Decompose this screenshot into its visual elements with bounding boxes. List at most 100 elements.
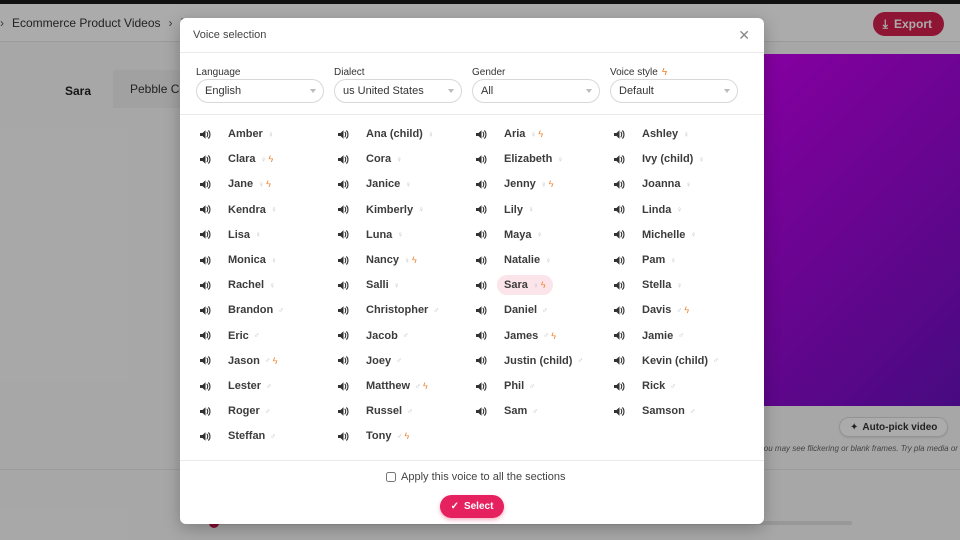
voice-item[interactable]: Elizabeth ♀ xyxy=(474,149,570,169)
voice-name-pill[interactable]: Monica ♀ xyxy=(221,250,284,270)
voice-name-pill[interactable]: Natalie ♀ xyxy=(497,250,558,270)
voice-item[interactable]: Kendra ♀ xyxy=(198,200,284,220)
voice-name-pill[interactable]: Kendra ♀ xyxy=(221,200,284,220)
speaker-icon[interactable] xyxy=(474,228,488,242)
speaker-icon[interactable] xyxy=(336,354,350,368)
speaker-icon[interactable] xyxy=(198,303,212,317)
voice-item[interactable]: Clara ♀ ϟ xyxy=(198,149,280,169)
speaker-icon[interactable] xyxy=(474,152,488,166)
voice-name-pill[interactable]: Matthew ♂ ϟ xyxy=(359,376,435,396)
voice-item[interactable]: Stella ♀ xyxy=(612,275,689,295)
speaker-icon[interactable] xyxy=(336,278,350,292)
speaker-icon[interactable] xyxy=(474,379,488,393)
close-icon[interactable]: ✕ xyxy=(738,28,750,42)
voice-item[interactable]: Aria ♀ ϟ xyxy=(474,124,550,144)
voice-item[interactable]: Monica ♀ xyxy=(198,250,284,270)
speaker-icon[interactable] xyxy=(336,379,350,393)
voice-name-pill[interactable]: Brandon ♂ xyxy=(221,300,291,320)
voice-name-pill[interactable]: Sara ♀ ϟ xyxy=(497,275,553,296)
voice-item[interactable]: Jane ♀ ϟ xyxy=(198,174,278,194)
voice-name-pill[interactable]: Joanna ♀ xyxy=(635,174,699,194)
voice-item[interactable]: Davis ♂ ϟ xyxy=(612,300,696,320)
voice-name-pill[interactable]: Jamie ♂ xyxy=(635,326,691,346)
voice-item[interactable]: Matthew ♂ ϟ xyxy=(336,376,435,396)
voice-item[interactable]: Kimberly ♀ xyxy=(336,200,431,220)
speaker-icon[interactable] xyxy=(198,253,212,267)
voice-item[interactable]: Roger ♂ xyxy=(198,401,278,421)
voice-name-pill[interactable]: Linda ♀ xyxy=(635,200,689,220)
voice-name-pill[interactable]: Lester ♂ xyxy=(221,376,279,396)
voice-name-pill[interactable]: Amber ♀ xyxy=(221,124,281,144)
voice-item[interactable]: Christopher ♂ xyxy=(336,300,446,320)
voice-item[interactable]: James ♂ ϟ xyxy=(474,326,563,346)
voice-name-pill[interactable]: Sam ♂ xyxy=(497,401,545,421)
voice-name-pill[interactable]: James ♂ ϟ xyxy=(497,326,563,346)
speaker-icon[interactable] xyxy=(198,429,212,443)
speaker-icon[interactable] xyxy=(474,278,488,292)
speaker-icon[interactable] xyxy=(612,303,626,317)
speaker-icon[interactable] xyxy=(336,329,350,343)
speaker-icon[interactable] xyxy=(612,127,626,141)
voice-name-pill[interactable]: Elizabeth ♀ xyxy=(497,149,570,169)
voice-item[interactable]: Joanna ♀ xyxy=(612,174,699,194)
voice-item[interactable]: Rick ♂ xyxy=(612,376,683,396)
speaker-icon[interactable] xyxy=(336,127,350,141)
voice-name-pill[interactable]: Davis ♂ ϟ xyxy=(635,300,696,320)
speaker-icon[interactable] xyxy=(198,152,212,166)
voice-name-pill[interactable]: Ana (child) ♀ xyxy=(359,124,441,144)
apply-all-row[interactable]: Apply this voice to all the sections xyxy=(386,471,565,483)
voice-name-pill[interactable]: Cora ♀ xyxy=(359,149,409,169)
speaker-icon[interactable] xyxy=(198,127,212,141)
voice-name-pill[interactable]: Maya ♀ xyxy=(497,225,550,245)
voice-name-pill[interactable]: Russel ♂ xyxy=(359,401,420,421)
voice-item[interactable]: Jenny ♀ ϟ xyxy=(474,174,561,194)
speaker-icon[interactable] xyxy=(198,177,212,191)
voice-name-pill[interactable]: Roger ♂ xyxy=(221,401,278,421)
voice-name-pill[interactable]: Tony ♂ ϟ xyxy=(359,426,416,446)
speaker-icon[interactable] xyxy=(198,203,212,217)
gender-select[interactable]: All xyxy=(472,79,600,103)
voice-name-pill[interactable]: Rachel ♀ xyxy=(221,275,282,295)
voice-name-pill[interactable]: Christopher ♂ xyxy=(359,300,446,320)
voice-name-pill[interactable]: Lisa ♀ xyxy=(221,225,268,245)
speaker-icon[interactable] xyxy=(612,278,626,292)
voice-item[interactable]: Justin (child) ♂ xyxy=(474,351,590,371)
voice-item[interactable]: Cora ♀ xyxy=(336,149,409,169)
voice-item[interactable]: Amber ♀ xyxy=(198,124,281,144)
voice-name-pill[interactable]: Clara ♀ ϟ xyxy=(221,149,280,169)
speaker-icon[interactable] xyxy=(612,228,626,242)
voice-item[interactable]: Lester ♂ xyxy=(198,376,279,396)
voice-name-pill[interactable]: Salli ♀ xyxy=(359,275,407,295)
voice-item[interactable]: Salli ♀ xyxy=(336,275,407,295)
voice-name-pill[interactable]: Jason ♂ ϟ xyxy=(221,351,285,371)
voice-item[interactable]: Luna ♀ xyxy=(336,225,410,245)
speaker-icon[interactable] xyxy=(336,152,350,166)
speaker-icon[interactable] xyxy=(474,203,488,217)
voice-item[interactable]: Maya ♀ xyxy=(474,225,550,245)
voice-item[interactable]: Kevin (child) ♂ xyxy=(612,351,726,371)
voice-item[interactable]: Lily ♀ xyxy=(474,200,541,220)
speaker-icon[interactable] xyxy=(612,253,626,267)
voice-item[interactable]: Phil ♂ xyxy=(474,376,542,396)
voice-name-pill[interactable]: Rick ♂ xyxy=(635,376,683,396)
voice-item[interactable]: Ivy (child) ♀ xyxy=(612,149,711,169)
voice-name-pill[interactable]: Daniel ♂ xyxy=(497,300,555,320)
voice-item[interactable]: Sam ♂ xyxy=(474,401,545,421)
voice-item[interactable]: Brandon ♂ xyxy=(198,300,291,320)
voice-name-pill[interactable]: Ivy (child) ♀ xyxy=(635,149,711,169)
speaker-icon[interactable] xyxy=(198,354,212,368)
voice-name-pill[interactable]: Justin (child) ♂ xyxy=(497,351,590,371)
voice-name-pill[interactable]: Lily ♀ xyxy=(497,200,541,220)
voice-name-pill[interactable]: Samson ♂ xyxy=(635,401,703,421)
speaker-icon[interactable] xyxy=(612,354,626,368)
speaker-icon[interactable] xyxy=(612,203,626,217)
voice-item[interactable]: Rachel ♀ xyxy=(198,275,282,295)
speaker-icon[interactable] xyxy=(612,177,626,191)
voice-name-pill[interactable]: Jenny ♀ ϟ xyxy=(497,174,561,194)
voice-item[interactable]: Ana (child) ♀ xyxy=(336,124,441,144)
apply-all-checkbox[interactable] xyxy=(386,472,396,482)
voice-item[interactable]: Jamie ♂ xyxy=(612,326,691,346)
voice-item[interactable]: Janice ♀ xyxy=(336,174,418,194)
voice-item[interactable]: Joey ♂ xyxy=(336,351,409,371)
speaker-icon[interactable] xyxy=(336,253,350,267)
